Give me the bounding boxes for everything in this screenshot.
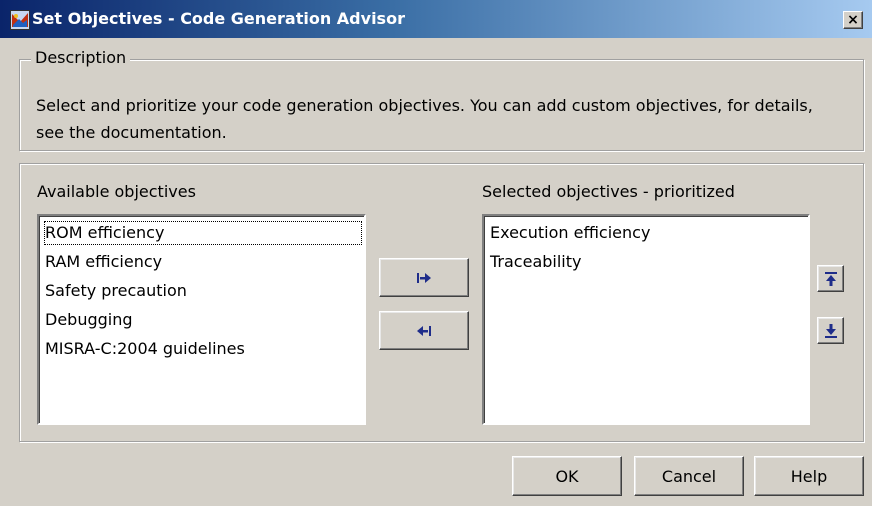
move-up-icon <box>824 271 837 286</box>
list-item[interactable]: RAM efficiency <box>44 250 162 274</box>
selected-objectives-list[interactable]: Execution efficiency Traceability <box>482 214 810 425</box>
arrow-right-icon <box>416 272 432 284</box>
description-text: Select and prioritize your code generati… <box>36 96 813 142</box>
list-item[interactable]: Safety precaution <box>44 279 187 303</box>
list-item[interactable]: Execution efficiency <box>489 221 650 245</box>
move-up-button[interactable] <box>817 265 844 292</box>
close-button[interactable]: × <box>843 11 863 29</box>
list-item[interactable]: Debugging <box>44 308 133 332</box>
list-item[interactable]: Traceability <box>489 250 581 274</box>
list-item[interactable]: ROM efficiency <box>44 221 362 245</box>
description-legend: Description <box>31 48 131 67</box>
remove-objective-button[interactable] <box>379 311 469 350</box>
app-icon <box>10 10 30 30</box>
help-button[interactable]: Help <box>754 456 864 496</box>
ok-button[interactable]: OK <box>512 456 622 496</box>
window-title: Set Objectives - Code Generation Advisor <box>32 9 405 28</box>
move-down-icon <box>824 323 837 338</box>
close-icon: × <box>847 12 859 28</box>
available-objectives-label: Available objectives <box>37 182 196 201</box>
description-group: Description Select and prioritize your c… <box>19 48 864 151</box>
selected-objectives-label: Selected objectives - prioritized <box>482 182 735 201</box>
cancel-button[interactable]: Cancel <box>634 456 744 496</box>
title-bar[interactable]: Set Objectives - Code Generation Advisor… <box>0 0 872 38</box>
move-down-button[interactable] <box>817 317 844 344</box>
list-item[interactable]: MISRA-C:2004 guidelines <box>44 337 245 361</box>
add-objective-button[interactable] <box>379 258 469 297</box>
arrow-left-icon <box>416 325 432 337</box>
available-objectives-list[interactable]: ROM efficiency RAM efficiency Safety pre… <box>37 214 366 425</box>
